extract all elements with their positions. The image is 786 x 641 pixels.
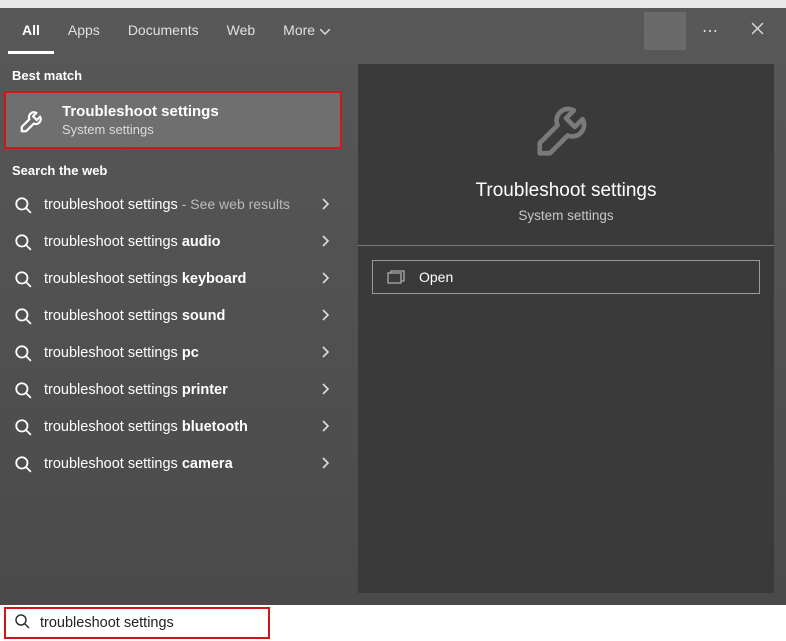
chevron-right-icon	[318, 194, 334, 215]
tab-more[interactable]: More	[269, 8, 344, 54]
close-icon	[751, 22, 764, 40]
header: All Apps Documents Web More ⋯	[0, 8, 786, 54]
web-results-list: troubleshoot settings - See web results t…	[0, 186, 346, 482]
body: Best match Troubleshoot settings System …	[0, 54, 786, 605]
open-label: Open	[419, 269, 453, 285]
chevron-right-icon	[318, 231, 334, 252]
chevron-down-icon	[320, 22, 330, 38]
section-search-web: Search the web	[0, 149, 346, 186]
web-result[interactable]: troubleshoot settings camera	[0, 445, 346, 482]
open-icon	[387, 270, 405, 284]
results-panel: Best match Troubleshoot settings System …	[0, 54, 346, 605]
preview-title: Troubleshoot settings	[476, 180, 657, 202]
tab-all[interactable]: All	[8, 8, 54, 54]
background-top-strip	[0, 0, 786, 8]
search-icon	[14, 613, 30, 634]
best-match-text: Troubleshoot settings System settings	[62, 103, 219, 137]
search-icon	[14, 196, 32, 214]
chevron-right-icon	[318, 268, 334, 289]
search-window: All Apps Documents Web More ⋯ Best match	[0, 8, 786, 605]
web-result[interactable]: troubleshoot settings sound	[0, 297, 346, 334]
search-icon	[14, 418, 32, 436]
web-result-text: troubleshoot settings keyboard	[44, 271, 306, 287]
section-best-match: Best match	[0, 54, 346, 91]
chevron-right-icon	[318, 305, 334, 326]
search-icon	[14, 455, 32, 473]
web-result[interactable]: troubleshoot settings printer	[0, 371, 346, 408]
search-icon	[14, 381, 32, 399]
tab-apps[interactable]: Apps	[54, 8, 114, 54]
filter-tabs: All Apps Documents Web More	[8, 8, 344, 54]
preview-panel-container: Troubleshoot settings System settings Op…	[346, 54, 786, 605]
search-input[interactable]	[40, 615, 260, 631]
preview-header: Troubleshoot settings System settings	[358, 64, 774, 246]
web-result[interactable]: troubleshoot settings keyboard	[0, 260, 346, 297]
tab-more-label: More	[283, 22, 315, 38]
header-actions: ⋯	[644, 12, 778, 50]
web-result[interactable]: troubleshoot settings - See web results	[0, 186, 346, 223]
web-result[interactable]: troubleshoot settings bluetooth	[0, 408, 346, 445]
web-result-text: troubleshoot settings - See web results	[44, 196, 306, 213]
search-icon	[14, 233, 32, 251]
preview-panel: Troubleshoot settings System settings Op…	[358, 64, 774, 593]
ellipsis-icon: ⋯	[702, 21, 720, 41]
search-icon	[14, 270, 32, 288]
web-result-text: troubleshoot settings pc	[44, 345, 306, 361]
best-match-result[interactable]: Troubleshoot settings System settings	[4, 91, 342, 149]
best-match-subtitle: System settings	[62, 122, 219, 137]
chevron-right-icon	[318, 453, 334, 474]
web-result-text: troubleshoot settings camera	[44, 456, 306, 472]
search-icon	[14, 307, 32, 325]
wrench-icon	[16, 103, 50, 137]
chevron-right-icon	[318, 342, 334, 363]
taskbar-search	[0, 605, 786, 641]
chevron-right-icon	[318, 379, 334, 400]
options-button[interactable]: ⋯	[690, 12, 732, 50]
best-match-title: Troubleshoot settings	[62, 103, 219, 120]
web-result[interactable]: troubleshoot settings audio	[0, 223, 346, 260]
close-button[interactable]	[736, 12, 778, 50]
web-result-text: troubleshoot settings sound	[44, 308, 306, 324]
web-result[interactable]: troubleshoot settings pc	[0, 334, 346, 371]
wrench-icon	[531, 92, 601, 162]
search-box[interactable]	[4, 607, 270, 639]
chevron-right-icon	[318, 416, 334, 437]
web-result-text: troubleshoot settings audio	[44, 234, 306, 250]
web-result-text: troubleshoot settings bluetooth	[44, 419, 306, 435]
tab-documents[interactable]: Documents	[114, 8, 213, 54]
web-result-text: troubleshoot settings printer	[44, 382, 306, 398]
open-action[interactable]: Open	[372, 260, 760, 294]
tab-web[interactable]: Web	[213, 8, 270, 54]
search-icon	[14, 344, 32, 362]
feedback-button[interactable]	[644, 12, 686, 50]
preview-subtitle: System settings	[518, 208, 613, 223]
